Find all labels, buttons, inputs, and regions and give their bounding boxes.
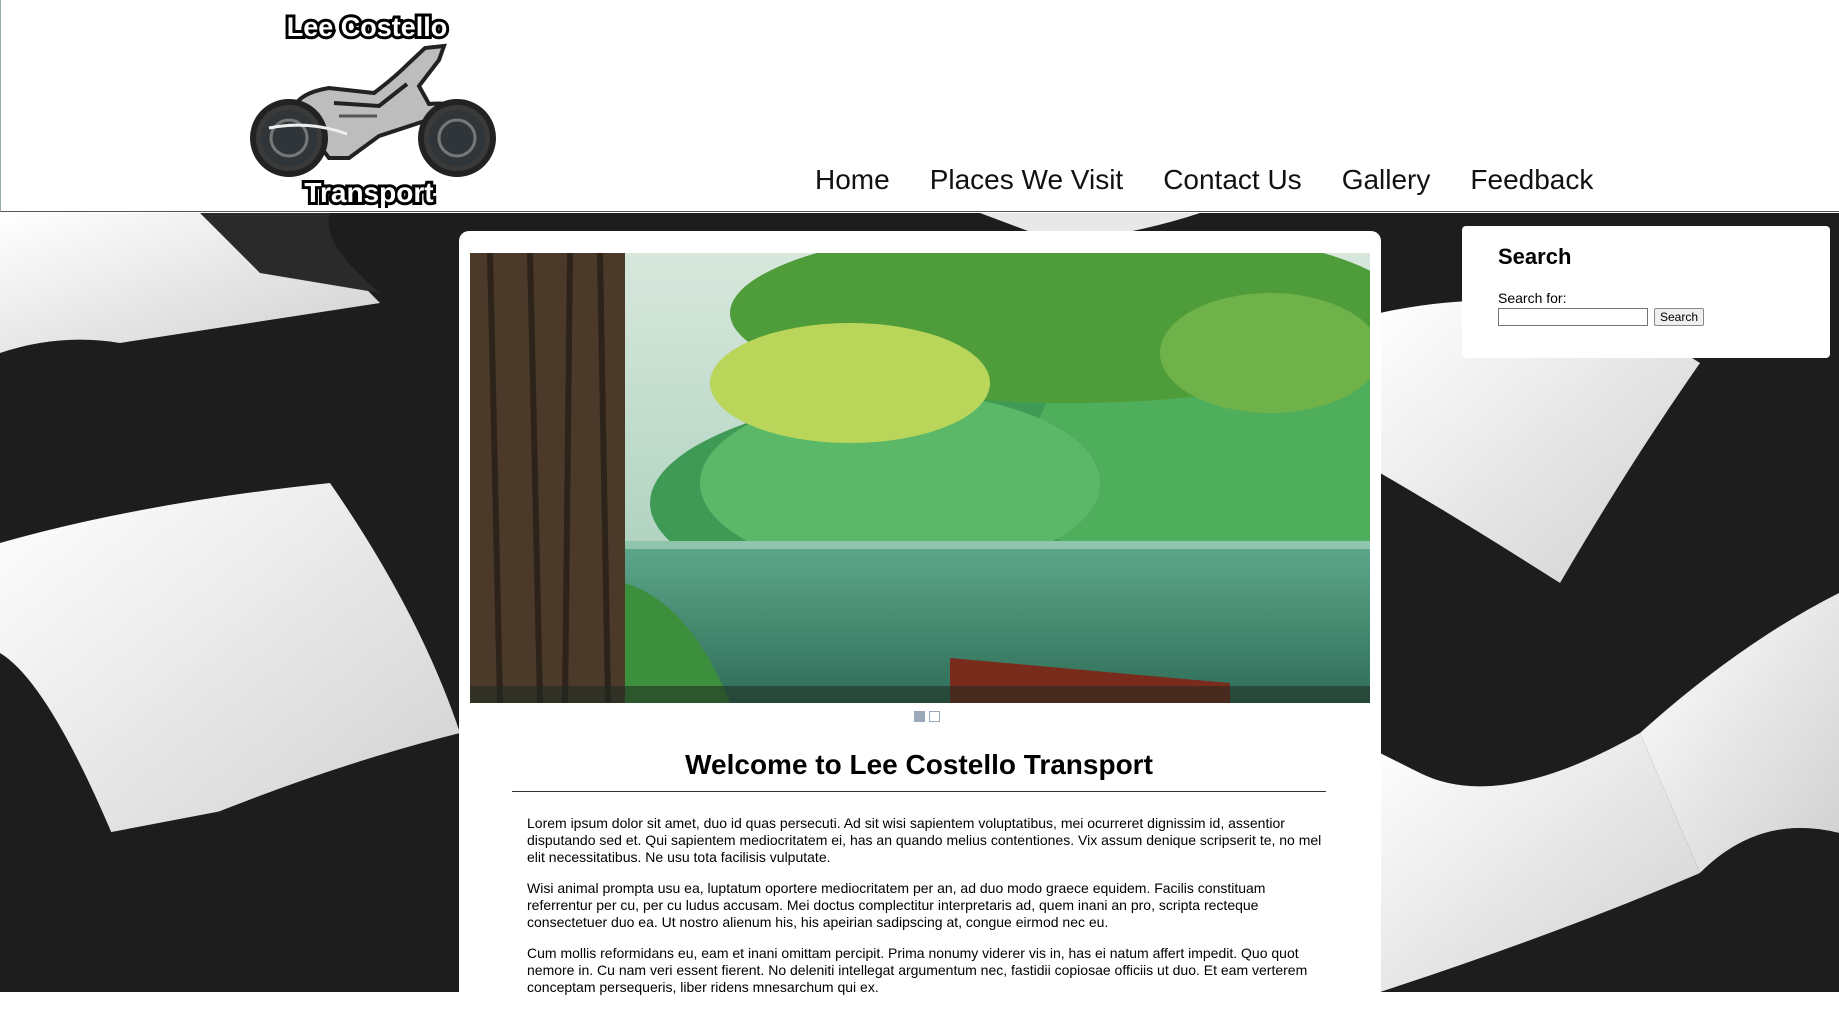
search-label: Search for: (1498, 290, 1567, 306)
slideshow-pager (914, 711, 940, 722)
search-widget: Search Search for: Search (1462, 226, 1830, 358)
nav-contact-us[interactable]: Contact Us (1143, 160, 1322, 200)
search-widget-title: Search (1498, 244, 1572, 269)
motorcycle-logo-icon: Lee Costello Transport (250, 9, 496, 208)
logo-top-text: Lee Costello (287, 12, 448, 42)
logo-bottom-text: Transport (304, 177, 433, 208)
main-content-panel: Welcome to Lee Costello Transport Lorem … (459, 231, 1381, 1011)
intro-text: Lorem ipsum dolor sit amet, duo id quas … (527, 815, 1327, 1010)
search-input[interactable] (1498, 308, 1648, 326)
nav-gallery[interactable]: Gallery (1322, 160, 1451, 200)
site-header: Lee Costello Transport Home Places We Vi… (0, 0, 1839, 212)
intro-paragraph-1: Lorem ipsum dolor sit amet, duo id quas … (527, 815, 1322, 865)
nav-home[interactable]: Home (795, 160, 910, 200)
slide-dot-2[interactable] (929, 711, 940, 722)
hero-slideshow[interactable] (470, 253, 1370, 703)
search-button[interactable]: Search (1654, 308, 1705, 326)
nav-feedback[interactable]: Feedback (1450, 160, 1613, 200)
slide-dot-1[interactable] (914, 711, 925, 722)
forest-lake-photo (470, 253, 1370, 703)
nav-places-we-visit[interactable]: Places We Visit (910, 160, 1143, 200)
intro-paragraph-3: Cum mollis reformidans eu, eam et inani … (527, 945, 1308, 995)
intro-paragraph-2: Wisi animal prompta usu ea, luptatum opo… (527, 880, 1266, 930)
main-navigation: Home Places We Visit Contact Us Gallery … (795, 160, 1613, 200)
page-title: Welcome to Lee Costello Transport (512, 749, 1326, 792)
site-logo[interactable]: Lee Costello Transport (229, 8, 505, 208)
